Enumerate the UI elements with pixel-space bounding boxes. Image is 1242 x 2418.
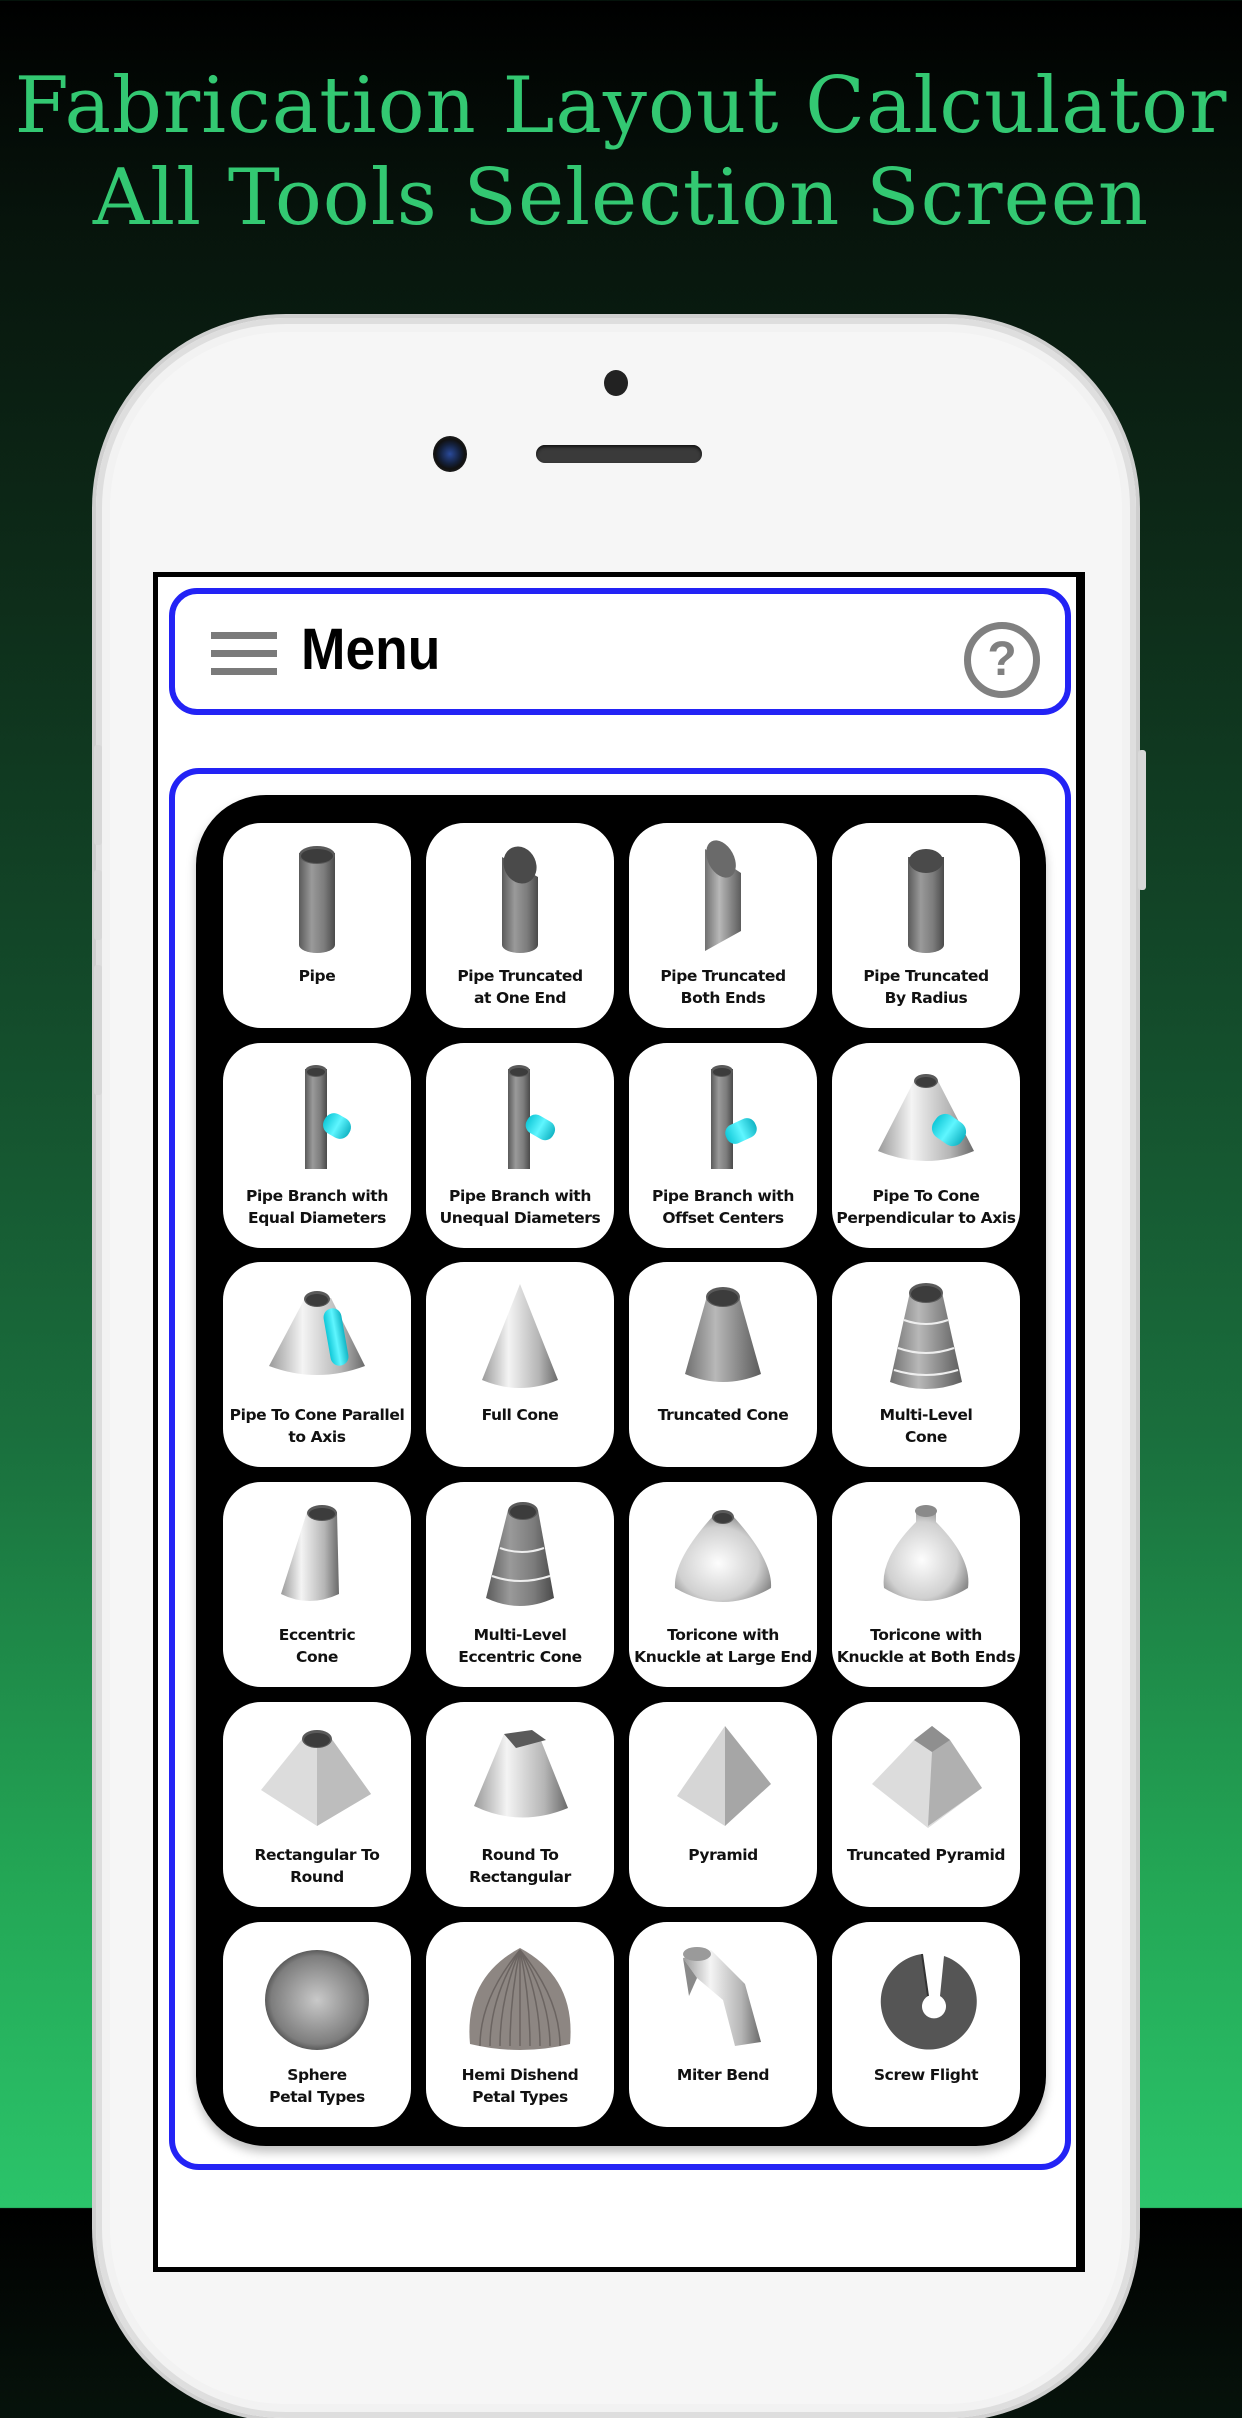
tool-label: Pipe Truncated Both Ends	[660, 967, 786, 1007]
tool-label: Rectangular To Round	[254, 1846, 380, 1886]
tool-label: Pyramid	[688, 1846, 758, 1864]
tool-label: Truncated Cone	[657, 1406, 789, 1424]
tool-card-branch-equal[interactable]: Pipe Branch with Equal Diameters	[223, 1043, 411, 1248]
tool-card-toricone-large[interactable]: Toricone with Knuckle at Large End	[629, 1482, 817, 1687]
tool-label: Toricone with Knuckle at Both Ends	[836, 1626, 1016, 1666]
tool-label: Pipe Truncated By Radius	[863, 967, 989, 1007]
sphere-icon	[247, 1938, 387, 2060]
tool-label: Pipe	[298, 967, 336, 985]
tool-card-truncated-pyramid[interactable]: Truncated Pyramid	[832, 1702, 1020, 1907]
hemi-dishend-icon	[450, 1938, 590, 2060]
help-circle-icon[interactable]: ?	[964, 622, 1040, 698]
pipe-truncated-one-icon	[450, 839, 590, 961]
hamburger-icon[interactable]	[211, 632, 277, 676]
tool-label: Full Cone	[481, 1406, 559, 1424]
branch-unequal-icon	[450, 1059, 590, 1181]
page-title: Menu	[301, 617, 441, 682]
eccentric-cone-icon	[247, 1498, 387, 1620]
app-bar: Menu ?	[169, 588, 1071, 715]
tool-card-pipe-truncated-one[interactable]: Pipe Truncated at One End	[426, 823, 614, 1028]
tool-label: Pipe To Cone Perpendicular to Axis	[836, 1187, 1016, 1227]
full-cone-icon	[450, 1278, 590, 1400]
truncated-pyramid-icon	[856, 1718, 996, 1840]
round-to-rect-icon	[450, 1718, 590, 1840]
pyramid-icon	[653, 1718, 793, 1840]
tool-label: Multi-Level Eccentric Cone	[458, 1626, 582, 1666]
promo-line-2: All Tools Selection Screen	[92, 153, 1150, 243]
tool-card-round-to-rect[interactable]: Round To Rectangular	[426, 1702, 614, 1907]
tool-card-truncated-cone[interactable]: Truncated Cone	[629, 1262, 817, 1467]
tool-card-pipe-cone-parallel[interactable]: Pipe To Cone Parallel to Axis	[223, 1262, 411, 1467]
tool-card-miter-bend[interactable]: Miter Bend	[629, 1922, 817, 2127]
tool-label: Pipe Branch with Offset Centers	[652, 1187, 794, 1227]
tool-label: Eccentric Cone	[278, 1626, 356, 1666]
tool-card-branch-unequal[interactable]: Pipe Branch with Unequal Diameters	[426, 1043, 614, 1248]
tool-label: Pipe Branch with Unequal Diameters	[439, 1187, 601, 1227]
pipe-truncated-both-icon	[653, 839, 793, 961]
pipe-truncated-radius-icon	[856, 839, 996, 961]
tool-label: Pipe Branch with Equal Diameters	[246, 1187, 388, 1227]
tool-card-multi-level-eccentric-cone[interactable]: Multi-Level Eccentric Cone	[426, 1482, 614, 1687]
tool-label: Pipe Truncated at One End	[457, 967, 583, 1007]
tool-label: Screw Flight	[873, 2066, 979, 2084]
rect-to-round-icon	[247, 1718, 387, 1840]
tool-card-branch-offset[interactable]: Pipe Branch with Offset Centers	[629, 1043, 817, 1248]
front-camera-icon	[433, 436, 467, 472]
tool-card-rect-to-round[interactable]: Rectangular To Round	[223, 1702, 411, 1907]
tool-card-pipe[interactable]: Pipe	[223, 823, 411, 1028]
toricone-both-icon	[856, 1498, 996, 1620]
tool-label: Toricone with Knuckle at Large End	[634, 1626, 812, 1666]
tool-label: Hemi Dishend Petal Types	[461, 2066, 579, 2106]
tool-label: Round To Rectangular	[469, 1846, 571, 1886]
promo-headline: Fabrication Layout Calculator All Tools …	[0, 60, 1242, 244]
earpiece-speaker-icon	[536, 445, 702, 463]
tool-card-pyramid[interactable]: Pyramid	[629, 1702, 817, 1907]
tool-label: Miter Bend	[676, 2066, 770, 2084]
multi-level-eccentric-cone-icon	[450, 1498, 590, 1620]
tool-label: Truncated Pyramid	[846, 1846, 1006, 1864]
miter-bend-icon	[653, 1938, 793, 2060]
phone-side-button	[94, 870, 102, 940]
screw-flight-icon	[856, 1938, 996, 2060]
truncated-cone-icon	[653, 1278, 793, 1400]
tool-card-pipe-truncated-radius[interactable]: Pipe Truncated By Radius	[832, 823, 1020, 1028]
tool-card-pipe-cone-perp[interactable]: Pipe To Cone Perpendicular to Axis	[832, 1043, 1020, 1248]
tool-card-toricone-both[interactable]: Toricone with Knuckle at Both Ends	[832, 1482, 1020, 1687]
tool-card-hemi-dishend[interactable]: Hemi Dishend Petal Types	[426, 1922, 614, 2127]
tool-card-sphere[interactable]: Sphere Petal Types	[223, 1922, 411, 2127]
tool-label: Sphere Petal Types	[269, 2066, 365, 2106]
tool-card-eccentric-cone[interactable]: Eccentric Cone	[223, 1482, 411, 1687]
tool-card-multi-level-cone[interactable]: Multi-Level Cone	[832, 1262, 1020, 1467]
tool-card-pipe-truncated-both[interactable]: Pipe Truncated Both Ends	[629, 823, 817, 1028]
branch-equal-icon	[247, 1059, 387, 1181]
phone-side-button	[1138, 750, 1146, 890]
phone-side-button	[94, 965, 102, 1095]
proximity-sensor-icon	[604, 370, 628, 396]
pipe-cone-perp-icon	[856, 1059, 996, 1181]
tool-card-screw-flight[interactable]: Screw Flight	[832, 1922, 1020, 2127]
tool-label: Multi-Level Cone	[879, 1406, 973, 1446]
promo-line-1: Fabrication Layout Calculator	[14, 61, 1228, 151]
multi-level-cone-icon	[856, 1278, 996, 1400]
branch-offset-icon	[653, 1059, 793, 1181]
tool-label: Pipe To Cone Parallel to Axis	[229, 1406, 405, 1446]
pipe-cone-parallel-icon	[247, 1278, 387, 1400]
phone-side-button	[94, 745, 102, 845]
toricone-large-icon	[653, 1498, 793, 1620]
pipe-icon	[247, 839, 387, 961]
tool-card-full-cone[interactable]: Full Cone	[426, 1262, 614, 1467]
